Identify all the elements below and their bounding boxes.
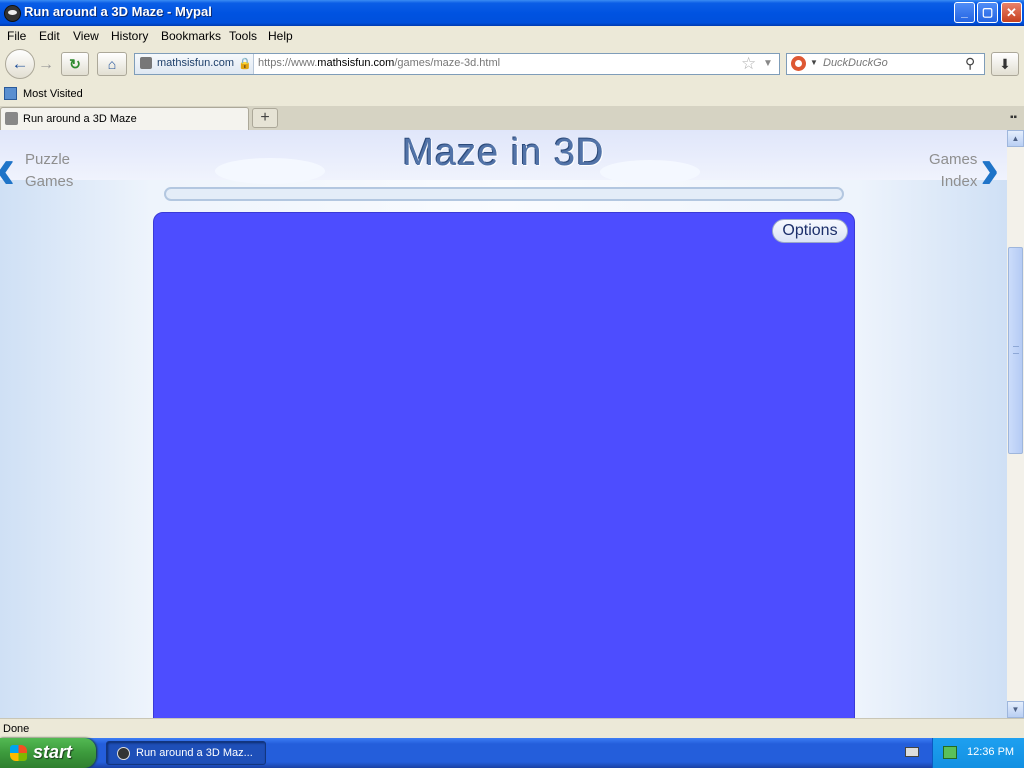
- maximize-button[interactable]: ▢: [977, 2, 998, 23]
- maze-game-canvas[interactable]: [153, 212, 855, 718]
- status-bar: Done: [0, 718, 1024, 738]
- menu-help[interactable]: Help: [268, 29, 293, 43]
- link-line: Puzzle: [25, 151, 71, 168]
- tab-active[interactable]: Run around a 3D Maze: [0, 107, 249, 130]
- url-host: mathsisfun.com: [317, 57, 395, 69]
- site-favicon-icon: [140, 57, 152, 69]
- menu-history[interactable]: History: [111, 29, 148, 43]
- menu-tools[interactable]: Tools: [229, 29, 257, 43]
- tab-title: Run around a 3D Maze: [23, 113, 137, 125]
- vertical-scrollbar[interactable]: ▲ ▼: [1007, 130, 1024, 718]
- new-tab-button[interactable]: +: [252, 108, 278, 128]
- link-line: Index: [940, 173, 978, 190]
- menu-file[interactable]: File: [7, 29, 26, 43]
- link-line: Games: [25, 173, 74, 190]
- download-icon: ⬇: [999, 56, 1011, 72]
- search-input[interactable]: DuckDuckGo: [823, 57, 888, 69]
- url-path: /games/maze-3d.html: [394, 57, 501, 69]
- minimize-button[interactable]: _: [954, 2, 975, 23]
- url-text[interactable]: https://www.mathsisfun.com/games/maze-3d…: [258, 57, 500, 69]
- window-title-bar: Run around a 3D Maze - Mypal _ ▢ ✕: [0, 0, 1024, 26]
- page-title: Maze in 3D: [402, 132, 605, 174]
- address-bar[interactable]: mathsisfun.com 🔒 https://www.mathsisfun.…: [134, 53, 780, 75]
- games-index-link[interactable]: Games Index: [929, 149, 977, 193]
- download-button[interactable]: ⬇: [991, 52, 1019, 76]
- status-text: Done: [3, 723, 30, 735]
- options-button[interactable]: Options: [772, 219, 848, 243]
- menu-view[interactable]: View: [73, 29, 99, 43]
- grip-icon: [1013, 346, 1019, 354]
- reload-button[interactable]: ↻: [61, 52, 89, 76]
- most-visited-bookmark[interactable]: Most Visited: [23, 88, 83, 100]
- web-content: Maze in 3D ‹ Puzzle Games Games Index › …: [0, 130, 1007, 718]
- page-header: Maze in 3D: [0, 130, 1007, 184]
- tab-favicon-icon: [5, 112, 18, 125]
- taskbar-window-label: Run around a 3D Maz...: [136, 747, 253, 759]
- home-button[interactable]: ⌂: [97, 52, 127, 76]
- scroll-up-arrow-icon[interactable]: ▲: [1007, 130, 1024, 147]
- chevron-down-icon[interactable]: ▼: [810, 58, 818, 67]
- home-icon: ⌂: [107, 56, 117, 72]
- search-icon[interactable]: ⚲: [965, 55, 975, 72]
- navigation-toolbar: ← → ↻ ⌂ mathsisfun.com 🔒 https://www.mat…: [0, 46, 1024, 84]
- scroll-down-arrow-icon[interactable]: ▼: [1007, 701, 1024, 718]
- forward-arrow-icon[interactable]: →: [38, 56, 54, 74]
- taskbar-window-button[interactable]: Run around a 3D Maz...: [106, 741, 266, 765]
- start-button[interactable]: start: [0, 738, 96, 768]
- clock[interactable]: 12:36 PM: [967, 746, 1014, 758]
- chevron-down-icon[interactable]: ▼: [763, 58, 773, 69]
- search-bar[interactable]: ▼ DuckDuckGo ⚲: [786, 53, 985, 75]
- reload-icon: ↻: [69, 56, 81, 72]
- chevron-right-icon[interactable]: ›: [980, 140, 999, 198]
- bookmarks-toolbar: Most Visited: [0, 84, 1024, 107]
- puzzle-games-link[interactable]: Puzzle Games: [25, 149, 73, 193]
- site-identity-button[interactable]: mathsisfun.com 🔒: [135, 54, 254, 74]
- scroll-thumb[interactable]: [1008, 247, 1023, 454]
- star-icon[interactable]: ☆: [741, 54, 756, 74]
- tab-list-icon[interactable]: ▪▪: [1010, 112, 1017, 123]
- menu-bookmarks[interactable]: Bookmarks: [161, 29, 221, 43]
- tab-strip: Run around a 3D Maze + ▪▪: [0, 106, 1024, 130]
- most-visited-icon: [4, 87, 17, 100]
- site-domain: mathsisfun.com: [157, 57, 235, 69]
- keyboard-icon[interactable]: [905, 747, 919, 757]
- menu-bar: File Edit View History Bookmarks Tools H…: [0, 26, 1024, 46]
- windows-logo-icon: [10, 745, 27, 761]
- lock-icon: 🔒: [238, 58, 252, 70]
- link-line: Games: [929, 151, 978, 168]
- network-icon[interactable]: [943, 746, 957, 759]
- close-button[interactable]: ✕: [1001, 2, 1022, 23]
- mypal-icon: [117, 747, 130, 760]
- system-tray: 12:36 PM: [932, 738, 1024, 768]
- app-icon: [4, 5, 21, 22]
- duckduckgo-icon[interactable]: [791, 56, 806, 71]
- back-button[interactable]: ←: [5, 49, 35, 79]
- window-title: Run around a 3D Maze - Mypal: [24, 4, 212, 19]
- chevron-left-icon[interactable]: ‹: [0, 140, 15, 198]
- menu-edit[interactable]: Edit: [39, 29, 60, 43]
- taskbar: start Run around a 3D Maz... 12:36 PM: [0, 738, 1024, 768]
- start-label: start: [33, 742, 73, 762]
- url-prefix: https://www.: [258, 57, 318, 69]
- progress-bar: [164, 187, 844, 201]
- back-arrow-icon: ←: [11, 54, 29, 73]
